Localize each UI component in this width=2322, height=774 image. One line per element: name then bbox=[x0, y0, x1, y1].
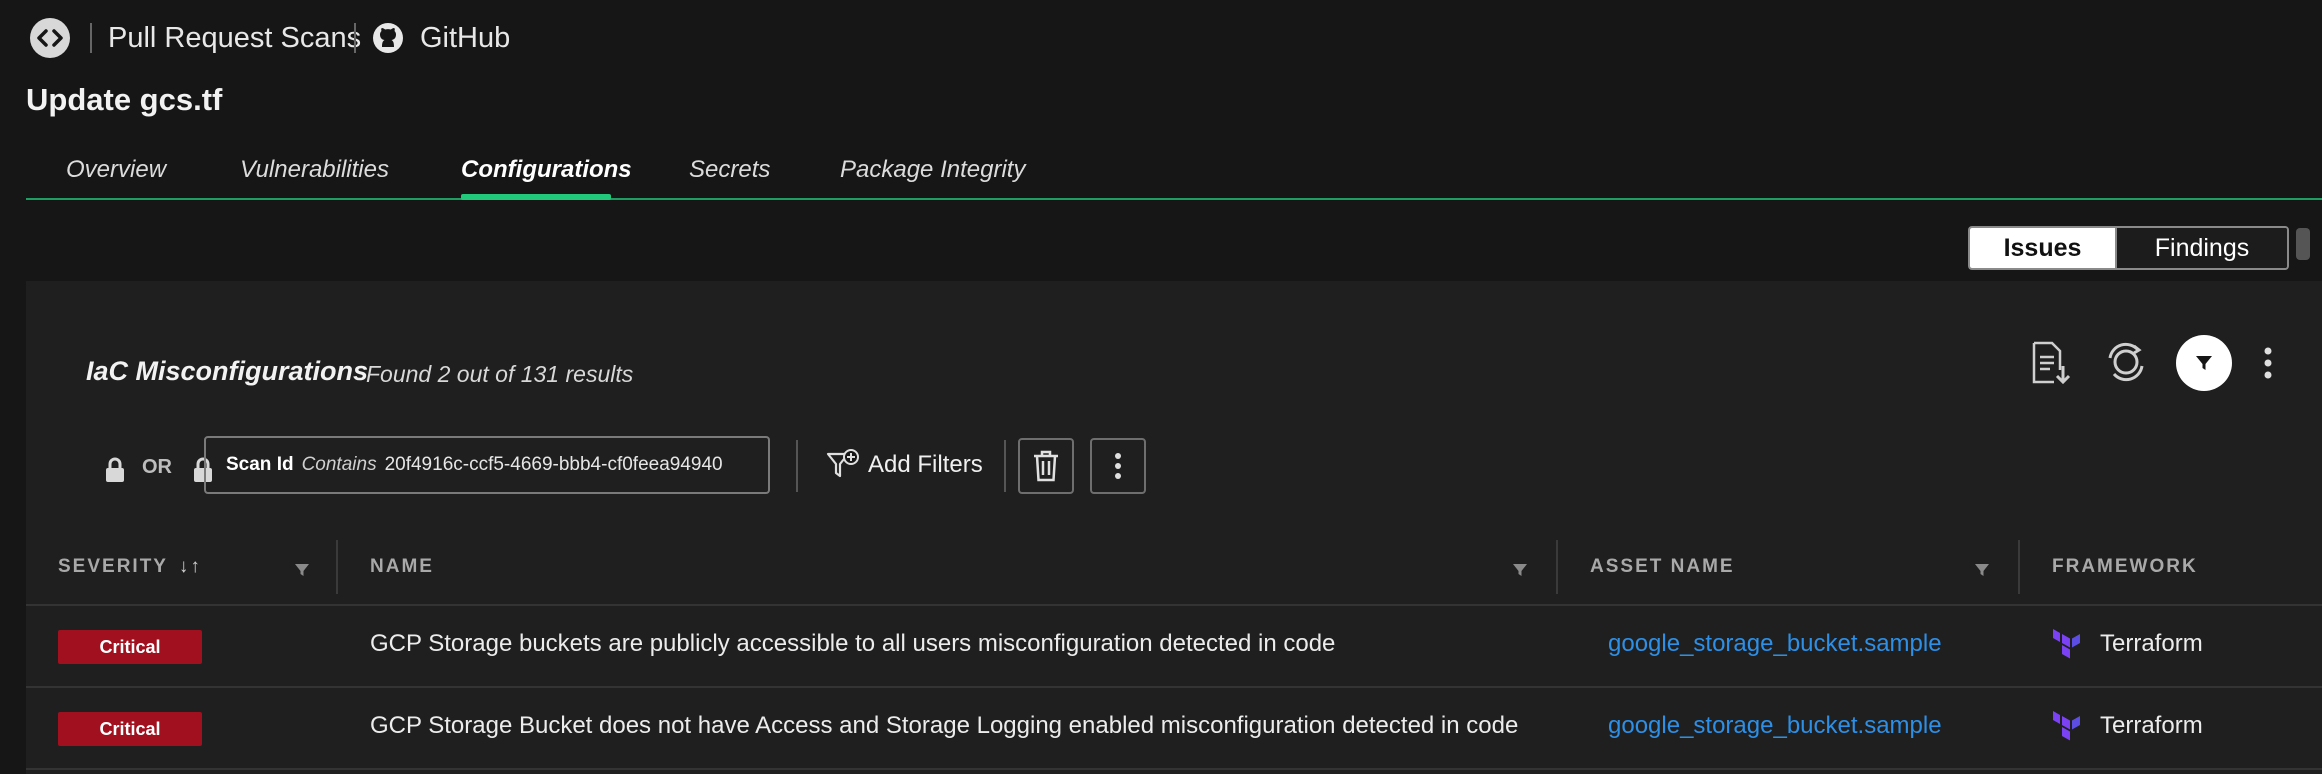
filter-icon bbox=[2196, 356, 2212, 370]
column-divider[interactable] bbox=[336, 540, 338, 594]
terraform-icon bbox=[2052, 628, 2082, 667]
issues-toggle-button[interactable]: Issues bbox=[1970, 228, 2115, 268]
column-header-asset-name[interactable]: ASSET NAME bbox=[1590, 556, 1735, 578]
column-divider[interactable] bbox=[2018, 540, 2020, 594]
more-options-icon bbox=[1115, 453, 1121, 479]
asset-link[interactable]: google_storage_bucket.sample bbox=[1608, 630, 1942, 658]
terraform-icon bbox=[2052, 710, 2082, 749]
filter-field: Scan Id bbox=[226, 454, 294, 475]
scrollbar[interactable] bbox=[2296, 228, 2310, 260]
framework-label: Terraform bbox=[2100, 712, 2203, 739]
result-count: Found 2 out of 131 results bbox=[366, 361, 634, 387]
add-filters-label: Add Filters bbox=[868, 451, 983, 478]
filter-value: 20f4916c-ccf5-4669-bbb4-cf0feea94940 bbox=[384, 454, 723, 475]
active-tab-indicator bbox=[461, 194, 611, 200]
divider bbox=[1004, 440, 1006, 492]
tab-package-integrity[interactable]: Package Integrity bbox=[840, 156, 1025, 184]
framework-label: Terraform bbox=[2100, 630, 2203, 657]
sort-icon[interactable]: ↓↑ bbox=[179, 556, 202, 577]
trash-icon bbox=[1034, 450, 1058, 482]
filter-toggle-button[interactable] bbox=[2176, 335, 2232, 391]
page-title: Update gcs.tf bbox=[26, 82, 223, 117]
column-header-severity[interactable]: SEVERITY ↓↑ bbox=[58, 556, 202, 578]
breadcrumb-divider bbox=[354, 23, 356, 53]
more-options-icon[interactable] bbox=[2262, 346, 2274, 385]
column-filter-icon[interactable] bbox=[1512, 562, 1528, 583]
divider bbox=[796, 440, 798, 492]
export-report-icon[interactable] bbox=[2030, 340, 2072, 391]
column-divider[interactable] bbox=[1556, 540, 1558, 594]
breadcrumb-divider bbox=[90, 23, 92, 53]
severity-badge: Critical bbox=[58, 630, 202, 664]
column-header-framework[interactable]: FRAMEWORK bbox=[2052, 556, 2198, 578]
findings-toggle-button[interactable]: Findings bbox=[2115, 228, 2287, 268]
breadcrumb-pull-request-scans[interactable]: Pull Request Scans bbox=[108, 18, 361, 58]
filter-more-options-button[interactable] bbox=[1090, 438, 1146, 494]
tab-configurations[interactable]: Configurations bbox=[461, 156, 632, 184]
tab-overview[interactable]: Overview bbox=[66, 156, 166, 184]
table-header: SEVERITY ↓↑ NAME ASSET NAME FRAMEWORK bbox=[26, 532, 2322, 606]
column-filter-icon[interactable] bbox=[294, 562, 310, 583]
app-logo-icon[interactable] bbox=[30, 18, 70, 58]
tab-vulnerabilities[interactable]: Vulnerabilities bbox=[240, 156, 389, 184]
tab-bar: Overview Vulnerabilities Configurations … bbox=[26, 150, 2322, 200]
breadcrumb-github[interactable]: GitHub bbox=[420, 18, 510, 58]
clear-filters-button[interactable] bbox=[1018, 438, 1074, 494]
github-icon bbox=[372, 22, 404, 59]
add-filter-icon bbox=[826, 449, 859, 478]
issue-name[interactable]: GCP Storage Bucket does not have Access … bbox=[370, 712, 1518, 740]
severity-badge: Critical bbox=[58, 712, 202, 746]
issue-name[interactable]: GCP Storage buckets are publicly accessi… bbox=[370, 630, 1335, 658]
refresh-icon[interactable] bbox=[2104, 340, 2148, 389]
scan-id-filter-chip[interactable]: Scan Id Contains 20f4916c-ccf5-4669-bbb4… bbox=[204, 436, 770, 494]
column-header-name[interactable]: NAME bbox=[370, 556, 434, 578]
tab-secrets[interactable]: Secrets bbox=[689, 156, 770, 184]
filter-operator-text: Contains bbox=[301, 454, 377, 475]
panel-title: IaC Misconfigurations bbox=[86, 356, 369, 386]
filter-operator[interactable]: OR bbox=[142, 456, 172, 479]
lock-icon bbox=[104, 456, 126, 489]
table-row[interactable]: Critical GCP Storage buckets are publicl… bbox=[26, 606, 2322, 688]
table-row[interactable]: Critical GCP Storage Bucket does not hav… bbox=[26, 688, 2322, 770]
add-filters-button[interactable]: Add Filters bbox=[826, 448, 983, 482]
view-toggle: Issues Findings bbox=[1968, 226, 2289, 270]
column-filter-icon[interactable] bbox=[1974, 562, 1990, 583]
asset-link[interactable]: google_storage_bucket.sample bbox=[1608, 712, 1942, 740]
